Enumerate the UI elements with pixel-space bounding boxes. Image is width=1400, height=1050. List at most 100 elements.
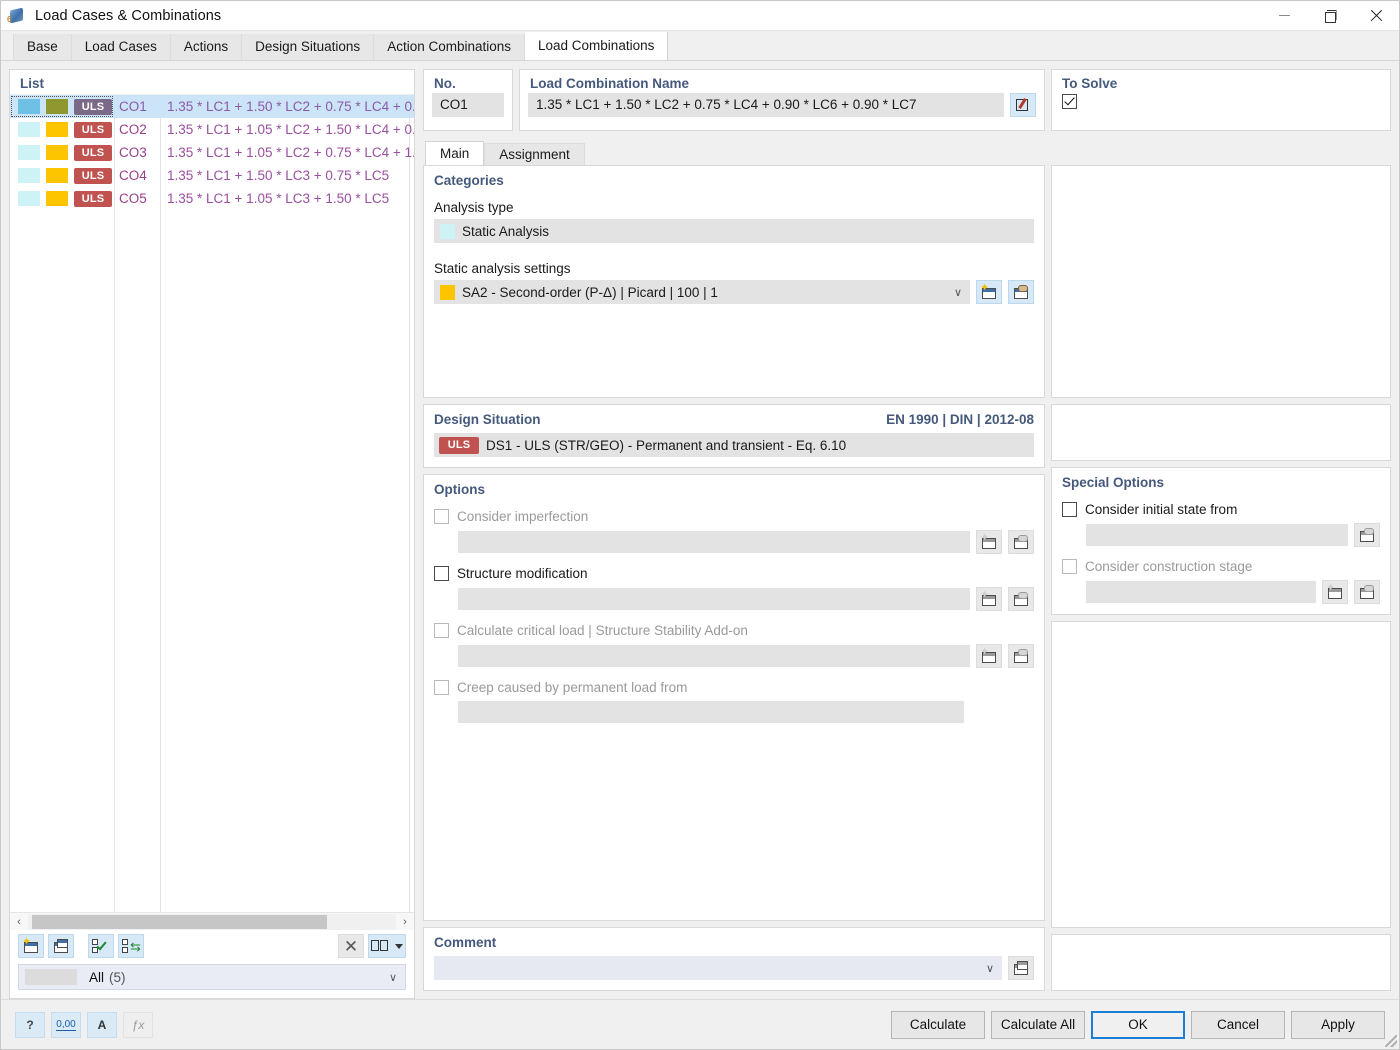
consider-imperfection-new-button[interactable]: ✦ (976, 530, 1002, 554)
close-button[interactable] (1353, 1, 1399, 31)
analysis-type-swatch (440, 223, 455, 239)
table-row[interactable]: ULS CO5 1.35 * LC1 + 1.05 * LC3 + 1.50 *… (10, 187, 414, 210)
table-row[interactable]: ULS CO1 1.35 * LC1 + 1.50 * LC2 + 0.75 *… (10, 95, 414, 118)
calculate-critical-load-checkbox[interactable] (434, 623, 449, 638)
tab-load-cases[interactable]: Load Cases (71, 34, 171, 60)
edit-window-icon (1358, 527, 1376, 543)
tab-load-combinations[interactable]: Load Combinations (525, 32, 669, 60)
scroll-thumb[interactable] (32, 914, 327, 929)
apply-button[interactable]: Apply (1291, 1010, 1385, 1039)
units-button[interactable]: 0,00 (51, 1011, 81, 1038)
calculate-all-button[interactable]: Calculate All (991, 1010, 1085, 1039)
row-number: CO1 (119, 99, 147, 114)
static-analysis-settings-dropdown[interactable]: SA2 - Second-order (P-Δ) | Picard | 100 … (434, 280, 970, 304)
chevron-down-icon[interactable]: ∨ (954, 286, 962, 299)
row-swatches: ULS (10, 118, 114, 141)
formula-button[interactable]: ƒx (123, 1011, 153, 1038)
view-mode-button[interactable] (368, 934, 406, 958)
color-swatch-primary (18, 168, 40, 183)
edit-name-button[interactable] (1010, 93, 1036, 117)
calculate-critical-load-input[interactable] (458, 645, 970, 667)
consider-construction-stage-edit-button[interactable] (1354, 580, 1380, 604)
maximize-button[interactable] (1307, 1, 1353, 31)
help-icon: ? (26, 1017, 34, 1032)
close-x-icon: ✕ (343, 936, 359, 956)
resize-grip[interactable] (1385, 1035, 1397, 1047)
tab-base[interactable]: Base (13, 34, 72, 60)
tab-assignment[interactable]: Assignment (484, 143, 585, 165)
table-row[interactable]: ULS CO2 1.35 * LC1 + 1.05 * LC2 + 1.50 *… (10, 118, 414, 141)
tab-main[interactable]: Main (425, 141, 485, 165)
consider-construction-stage-input[interactable] (1086, 581, 1316, 603)
structure-modification-new-button[interactable]: ✦ (976, 587, 1002, 611)
colors-button[interactable]: A (87, 1011, 117, 1038)
option-calculate-critical-load: Calculate critical load | Structure Stab… (434, 623, 1034, 668)
categories-title: Categories (434, 173, 504, 188)
list-horizontal-scrollbar[interactable]: ‹ › (10, 912, 414, 930)
consider-imperfection-edit-button[interactable] (1008, 530, 1034, 554)
comment-library-button[interactable] (1008, 956, 1034, 980)
to-solve-group: To Solve (1051, 69, 1391, 131)
cancel-button[interactable]: Cancel (1191, 1010, 1285, 1039)
combinations-list[interactable]: ULS CO1 1.35 * LC1 + 1.50 * LC2 + 0.75 *… (10, 94, 414, 912)
to-solve-checkbox[interactable] (1062, 93, 1077, 109)
edit-window-icon (1012, 648, 1030, 664)
structure-modification-input[interactable] (458, 588, 970, 610)
new-static-analysis-settings-button[interactable]: ✦ (976, 280, 1002, 304)
creep-input[interactable] (458, 701, 964, 723)
select-all-button[interactable] (88, 934, 114, 958)
consider-initial-state-edit-button[interactable] (1354, 523, 1380, 547)
new-window-icon: ✦ (1326, 583, 1344, 600)
chevron-down-icon[interactable]: ∨ (986, 962, 994, 975)
help-button[interactable]: ? (15, 1011, 45, 1038)
invert-selection-button[interactable]: ⇆ (118, 934, 144, 958)
row-formula: 1.35 * LC1 + 1.50 * LC2 + 0.75 * LC4 + 0… (167, 99, 414, 114)
consider-imperfection-checkbox[interactable] (434, 509, 449, 524)
row-swatches: ULS (10, 95, 114, 118)
tab-actions[interactable]: Actions (170, 34, 243, 60)
list-panel-caption: List (20, 76, 45, 91)
new-combination-button[interactable]: ✦ (18, 934, 44, 958)
scroll-track[interactable] (28, 913, 396, 930)
list-filter-dropdown[interactable]: All (5) ∨ (18, 964, 406, 990)
creep-checkbox[interactable] (434, 680, 449, 695)
copy-combination-button[interactable] (48, 934, 74, 958)
table-row[interactable]: ULS CO3 1.35 * LC1 + 1.05 * LC2 + 0.75 *… (10, 141, 414, 164)
window-body: List ULS CO1 1.35 * LC1 + 1.50 * LC2 + 0… (1, 61, 1399, 999)
side-column: Special Options Consider initial state f… (1051, 165, 1391, 991)
comment-input[interactable]: ∨ (434, 956, 1002, 980)
consider-initial-state-checkbox[interactable] (1062, 502, 1077, 517)
row-formula: 1.35 * LC1 + 1.50 * LC3 + 0.75 * LC5 (167, 168, 390, 183)
tab-design-situations[interactable]: Design Situations (242, 34, 375, 60)
list-toolbar: ✦ ⇆ ✕ (10, 930, 414, 962)
edit-window-icon (1012, 591, 1030, 607)
structure-modification-edit-button[interactable] (1008, 587, 1034, 611)
edit-static-analysis-settings-button[interactable] (1008, 280, 1034, 304)
delete-button[interactable]: ✕ (338, 934, 364, 958)
side-panel-second (1051, 404, 1391, 461)
consider-initial-state-label: Consider initial state from (1085, 502, 1238, 517)
color-swatch-primary (18, 145, 40, 160)
settings-swatch (440, 284, 455, 300)
load-combination-name-input[interactable]: 1.35 * LC1 + 1.50 * LC2 + 0.75 * LC4 + 0… (528, 93, 1004, 117)
comment-title: Comment (434, 935, 497, 950)
chevron-down-icon[interactable]: ∨ (389, 971, 397, 984)
load-cases-combinations-window: 6 Load Cases & Combinations Base Load Ca… (0, 0, 1400, 1050)
close-icon (1370, 9, 1383, 22)
scroll-right-icon[interactable]: › (396, 913, 414, 931)
consider-initial-state-input[interactable] (1086, 524, 1348, 546)
consider-construction-stage-new-button[interactable]: ✦ (1322, 580, 1348, 604)
calculate-critical-load-edit-button[interactable] (1008, 644, 1034, 668)
to-solve-label: To Solve (1062, 76, 1118, 91)
restore-icon (1324, 10, 1336, 23)
consider-imperfection-input[interactable] (458, 531, 970, 553)
table-row[interactable]: ULS CO4 1.35 * LC1 + 1.50 * LC3 + 0.75 *… (10, 164, 414, 187)
structure-modification-checkbox[interactable] (434, 566, 449, 581)
calculate-critical-load-new-button[interactable]: ✦ (976, 644, 1002, 668)
tab-action-combinations[interactable]: Action Combinations (374, 34, 526, 60)
calculate-button[interactable]: Calculate (891, 1010, 985, 1039)
ok-button[interactable]: OK (1091, 1010, 1185, 1039)
minimize-button[interactable] (1261, 1, 1307, 31)
consider-construction-stage-checkbox[interactable] (1062, 559, 1077, 574)
scroll-left-icon[interactable]: ‹ (10, 913, 28, 931)
